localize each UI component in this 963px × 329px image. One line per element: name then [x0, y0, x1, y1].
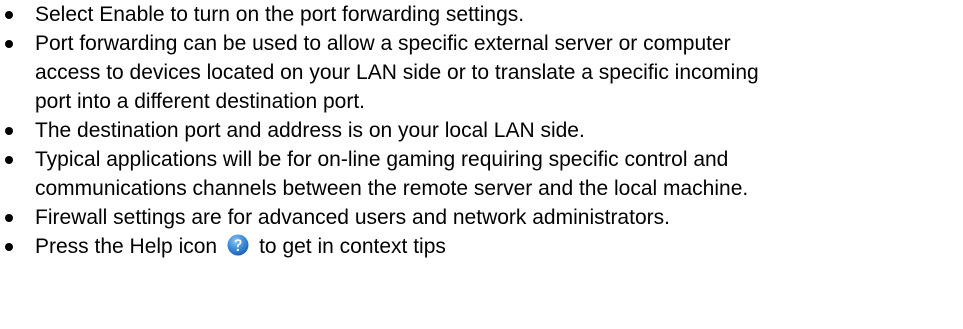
list-item-text: Port forwarding can be used to allow a s…: [35, 32, 731, 55]
list-item: Select Enable to turn on the port forwar…: [0, 0, 963, 29]
list-item-text: port into a different destination port.: [35, 90, 365, 113]
list-item-text: The destination port and address is on y…: [35, 119, 585, 142]
list-item: Firewall settings are for advanced users…: [0, 203, 963, 232]
list-item-text: Select Enable to turn on the port forwar…: [35, 3, 525, 26]
list-item-text: communications channels between the remo…: [35, 177, 749, 200]
bullet-icon: [5, 11, 13, 19]
list-item-text: Firewall settings are for advanced users…: [35, 206, 670, 229]
list-item-text: Typical applications will be for on-line…: [35, 148, 729, 171]
list-item: The destination port and address is on y…: [0, 116, 963, 145]
bullet-icon: [5, 214, 13, 222]
bullet-icon: [5, 156, 13, 164]
help-text-before: Press the Help icon: [35, 235, 218, 258]
bullet-icon: [5, 40, 13, 48]
instruction-list: Select Enable to turn on the port forwar…: [0, 0, 963, 261]
bullet-icon: [5, 127, 13, 135]
list-item: Press the Help icon to get in context ti…: [0, 232, 963, 261]
help-icon: [227, 234, 249, 256]
list-item-text: Press the Help icon to get in context ti…: [35, 232, 963, 261]
help-text-after: to get in context tips: [259, 235, 446, 258]
list-item: Typical applications will be for on-line…: [0, 145, 963, 203]
bullet-icon: [5, 243, 13, 251]
list-item: Port forwarding can be used to allow a s…: [0, 29, 963, 116]
list-item-text: access to devices located on your LAN si…: [35, 61, 759, 84]
